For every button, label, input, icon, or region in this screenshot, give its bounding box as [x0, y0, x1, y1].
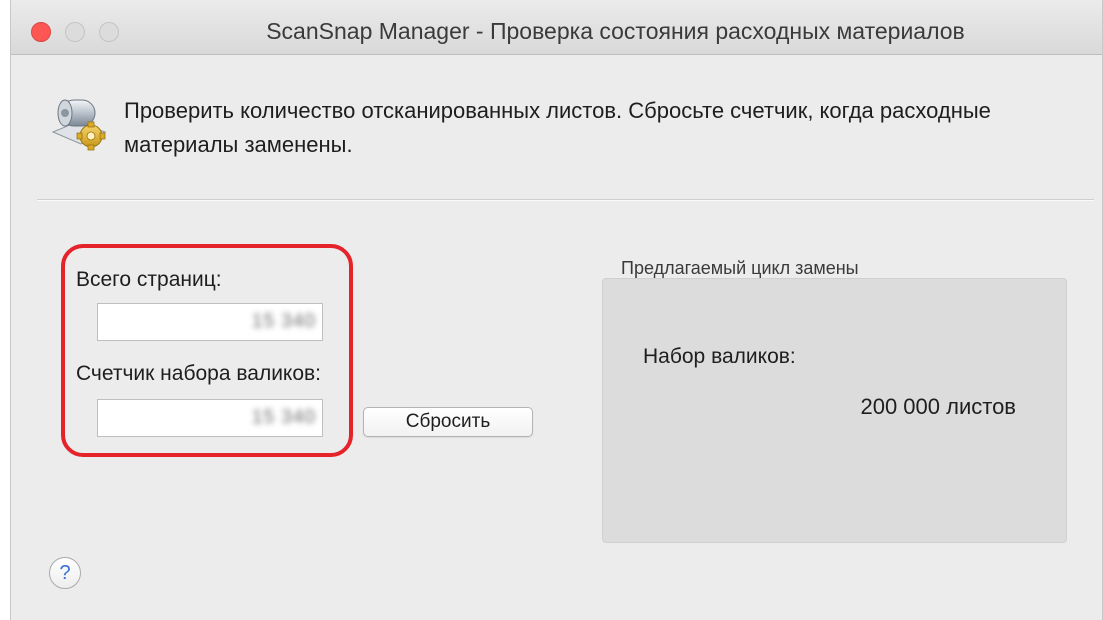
- roller-set-value: 200 000 листов: [860, 394, 1016, 419]
- header-separator: [37, 199, 1094, 201]
- roller-set-label: Набор валиков:: [643, 345, 796, 368]
- replacement-cycle-box: Набор валиков: 200 000 листов: [602, 278, 1067, 543]
- help-button[interactable]: ?: [49, 557, 81, 589]
- title-bar[interactable]: ScanSnap Manager - Проверка состояния ра…: [11, 0, 1102, 55]
- consumables-window: ScanSnap Manager - Проверка состояния ра…: [10, 0, 1103, 620]
- close-window-button[interactable]: [31, 22, 51, 42]
- scanner-gear-icon: [47, 92, 111, 156]
- highlight-frame: [61, 244, 353, 457]
- minimize-window-button[interactable]: [65, 22, 85, 42]
- zoom-window-button[interactable]: [99, 22, 119, 42]
- replacement-cycle-title: Предлагаемый цикл замены: [621, 258, 859, 278]
- description-text: Проверить количество отсканированных лис…: [124, 98, 991, 157]
- window-title: ScanSnap Manager - Проверка состояния ра…: [266, 18, 965, 44]
- reset-button[interactable]: Сбросить: [363, 407, 533, 437]
- question-mark-icon: ?: [59, 561, 71, 584]
